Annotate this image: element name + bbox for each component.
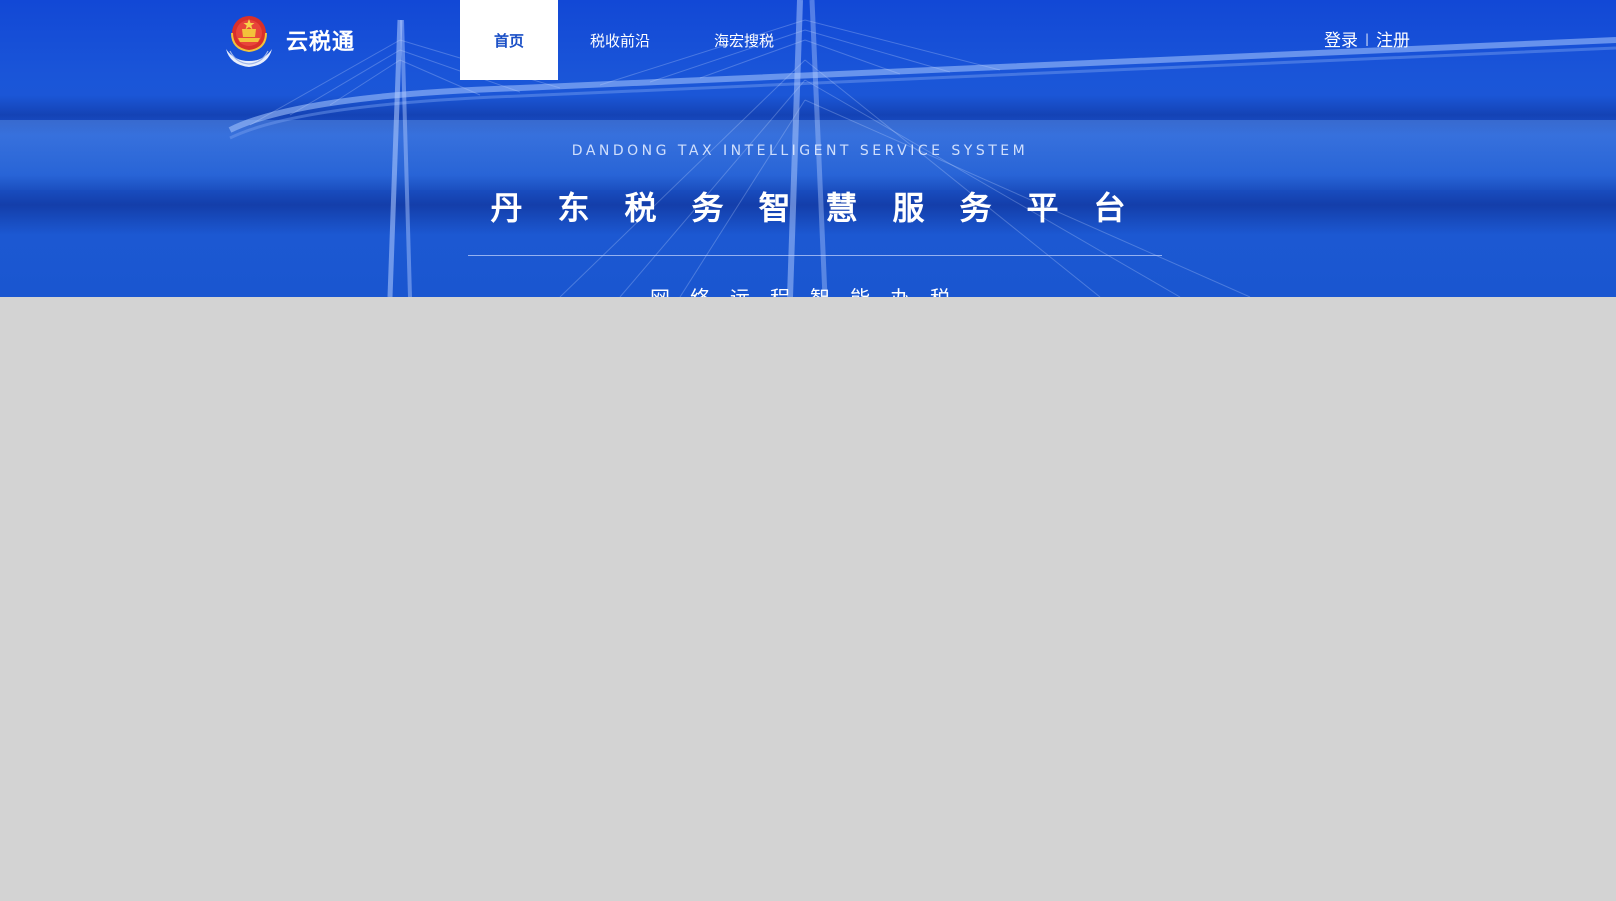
nav-tabs: 首页 税收前沿 海宏搜税 [460,0,806,80]
title-divider [468,255,1162,256]
page-title: 丹东税务智慧服务平台 [490,189,1161,227]
hero-tagline: 网络远程智能办税 [0,282,1600,297]
english-subtitle: DANDONG TAX INTELLIGENT SERVICE SYSTEM [571,143,1029,159]
hero-banner: 云税通 首页 税收前沿 海宏搜税 登录 | 注册 DANDONG TAX INT… [0,0,1616,297]
login-link[interactable]: 登录 [1324,26,1358,51]
page-body [0,297,1616,901]
top-navigation: 云税通 首页 税收前沿 海宏搜税 登录 | 注册 [0,0,1616,80]
auth-links: 登录 | 注册 [1324,26,1410,51]
tab-home[interactable]: 首页 [460,0,558,80]
tab-haihong-tax-search[interactable]: 海宏搜税 [682,0,806,80]
register-link[interactable]: 注册 [1376,26,1410,51]
brand-name: 云税通 [286,30,356,55]
logo[interactable]: 云税通 [220,10,370,70]
tab-tax-frontier[interactable]: 税收前沿 [558,0,682,80]
national-emblem-icon [226,16,272,67]
auth-separator: | [1364,31,1369,46]
